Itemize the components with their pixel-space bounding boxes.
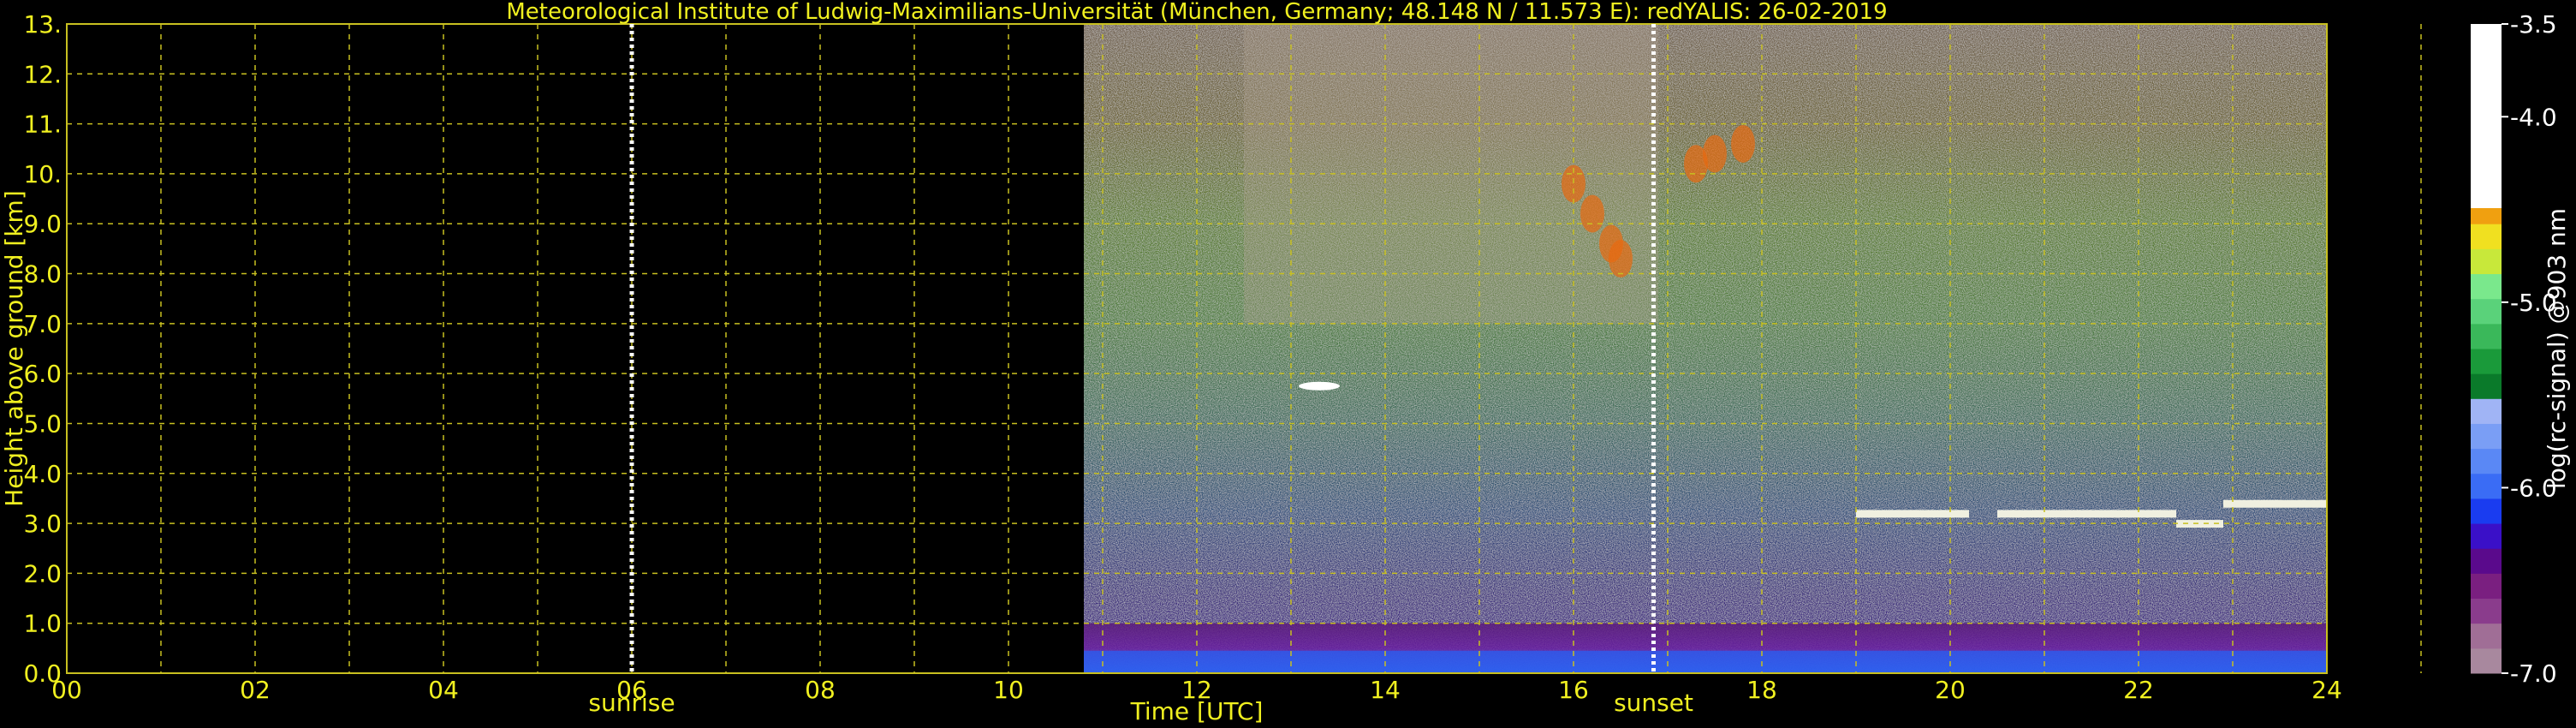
cloud-layer (1997, 510, 2176, 518)
y-tick-label: 3.0 (23, 510, 62, 538)
lidar-chart: sunrise sunset 00 02 04 06 08 10 12 14 16 18 20 22 24… (0, 0, 2571, 725)
y-tick-label: 9.0 (23, 210, 62, 238)
y-tick-label: 2.0 (23, 559, 62, 588)
cirrus-patch (1580, 194, 1604, 233)
high-noise-region (1244, 24, 1658, 324)
colorbar-segment (2471, 24, 2502, 208)
colorbar-segment (2471, 273, 2502, 300)
x-tick-label: 24 (2311, 676, 2342, 704)
cloud-layer (1856, 510, 1969, 518)
y-tick-label: 7.0 (23, 310, 62, 338)
x-tick-label: 10 (993, 676, 1024, 704)
colorbar-segment (2471, 523, 2502, 549)
x-tick-label: 18 (1746, 676, 1777, 704)
y-tick-label: 5.0 (23, 409, 62, 438)
y-tick-label: 0.0 (23, 659, 62, 688)
x-tick-label: 06 (616, 676, 647, 704)
cloud-patch (1299, 381, 1340, 391)
x-tick-label: 14 (1370, 676, 1401, 704)
x-tick-label: 22 (2123, 676, 2154, 704)
colorbar-segment (2471, 373, 2502, 399)
colorbar-segment (2471, 298, 2502, 325)
colorbar-segment (2471, 598, 2502, 624)
cirrus-patch (1731, 124, 1755, 163)
colorbar-segment (2471, 498, 2502, 524)
y-tick-label: 13. (23, 10, 62, 39)
cloud-layer (2223, 499, 2327, 508)
colorbar-segment (2471, 323, 2502, 349)
x-tick-label: 20 (1935, 676, 1966, 704)
colorbar-segment (2471, 398, 2502, 424)
x-tick-label: 16 (1558, 676, 1589, 704)
colorbar-segment (2471, 573, 2502, 600)
x-tick-label: 08 (805, 676, 836, 704)
colorbar-segment (2471, 224, 2502, 249)
x-tick-label: 04 (428, 676, 459, 704)
y-tick-label: 10. (23, 160, 62, 188)
x-tick-label: 02 (240, 676, 271, 704)
cirrus-patch (1684, 145, 1708, 183)
y-tick-label: 1.0 (23, 610, 62, 638)
colorbar-segment (2471, 423, 2502, 450)
colorbar-tick-label: -3.5 (2510, 10, 2557, 39)
colorbar-tick-label: -7.0 (2510, 659, 2557, 688)
y-tick-label: 8.0 (23, 260, 62, 289)
y-tick-label: 4.0 (23, 460, 62, 488)
colorbar-segment (2471, 647, 2502, 674)
sunset-label: sunset (1614, 689, 1693, 717)
colorbar-segment (2471, 623, 2502, 649)
cirrus-patch (1609, 240, 1633, 278)
surface-layer (1084, 650, 2327, 673)
backscatter-image (1084, 24, 2327, 673)
colorbar-label: log(rc-signal) @903 nm (2543, 208, 2571, 489)
y-tick-label: 12. (23, 60, 62, 88)
colorbar-segment (2471, 349, 2502, 374)
colorbar-tick-label: -4.0 (2510, 103, 2557, 131)
colorbar-segment (2471, 548, 2502, 574)
colorbar-segment (2471, 473, 2502, 499)
colorbar-segment (2471, 248, 2502, 275)
chart-title: Meteorological Institute of Ludwig-Maxim… (506, 0, 1887, 25)
colorbar-segment (2471, 448, 2502, 474)
y-axis-label: Height above ground [km] (0, 190, 28, 507)
y-tick-label: 11. (23, 110, 62, 139)
y-tick-label: 6.0 (23, 360, 62, 388)
x-axis-label: Time [UTC] (1130, 697, 1264, 725)
